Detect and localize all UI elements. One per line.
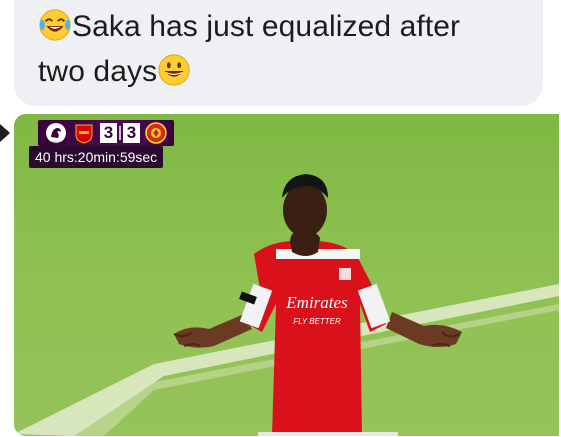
mouse-cursor-icon — [0, 124, 10, 142]
shirt-crest-icon — [339, 268, 351, 280]
message-bubble: Saka has just equalized after two days — [14, 0, 543, 106]
premier-league-logo-text: Premier League — [45, 140, 67, 144]
arsenal-crest-icon — [75, 124, 93, 144]
elapsed-timer: 40 hrs:20min:59sec — [29, 146, 164, 168]
video-thumbnail[interactable]: Emirates FLY BETTER Premier League 3 3 4… — [14, 114, 559, 436]
away-score: 3 — [123, 123, 140, 143]
message-line-1-text: Saka has just equalized after — [72, 10, 461, 43]
face-with-tears-of-joy-icon — [39, 9, 71, 41]
scoreboard: Premier League 3 3 — [38, 120, 174, 146]
shirt-sponsor-text: Emirates — [285, 293, 348, 312]
message-line-2-text: two days — [38, 55, 158, 88]
grinning-face-icon — [158, 54, 190, 86]
score-separator — [119, 126, 121, 140]
shirt-sponsor-subtext: FLY BETTER — [293, 317, 341, 326]
message-line-1: Saka has just equalized after — [38, 4, 529, 49]
home-score: 3 — [100, 123, 117, 143]
message-line-2: two days — [38, 49, 529, 94]
chat-page: Saka has just equalized after two days E… — [0, 0, 561, 437]
manchester-united-crest-icon — [145, 122, 167, 144]
premier-league-logo: Premier League — [45, 123, 67, 144]
